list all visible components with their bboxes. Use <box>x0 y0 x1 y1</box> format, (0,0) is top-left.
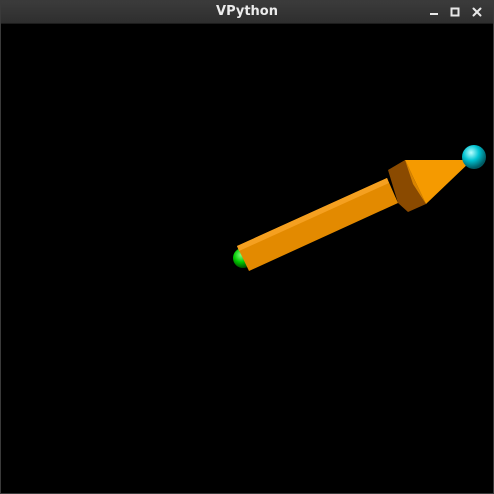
arrow-shaft <box>237 178 398 271</box>
title-bar[interactable]: VPython <box>1 1 493 24</box>
scene-canvas[interactable] <box>1 24 493 493</box>
scene-svg <box>233 145 486 271</box>
minimize-button[interactable] <box>426 4 442 20</box>
window-title: VPython <box>216 4 278 19</box>
head-sphere <box>462 145 486 169</box>
maximize-icon <box>450 7 460 17</box>
maximize-button[interactable] <box>447 4 463 20</box>
minimize-icon <box>430 13 438 15</box>
close-button[interactable] <box>469 4 485 20</box>
close-icon <box>472 7 482 17</box>
vpython-window: VPython <box>0 0 494 494</box>
